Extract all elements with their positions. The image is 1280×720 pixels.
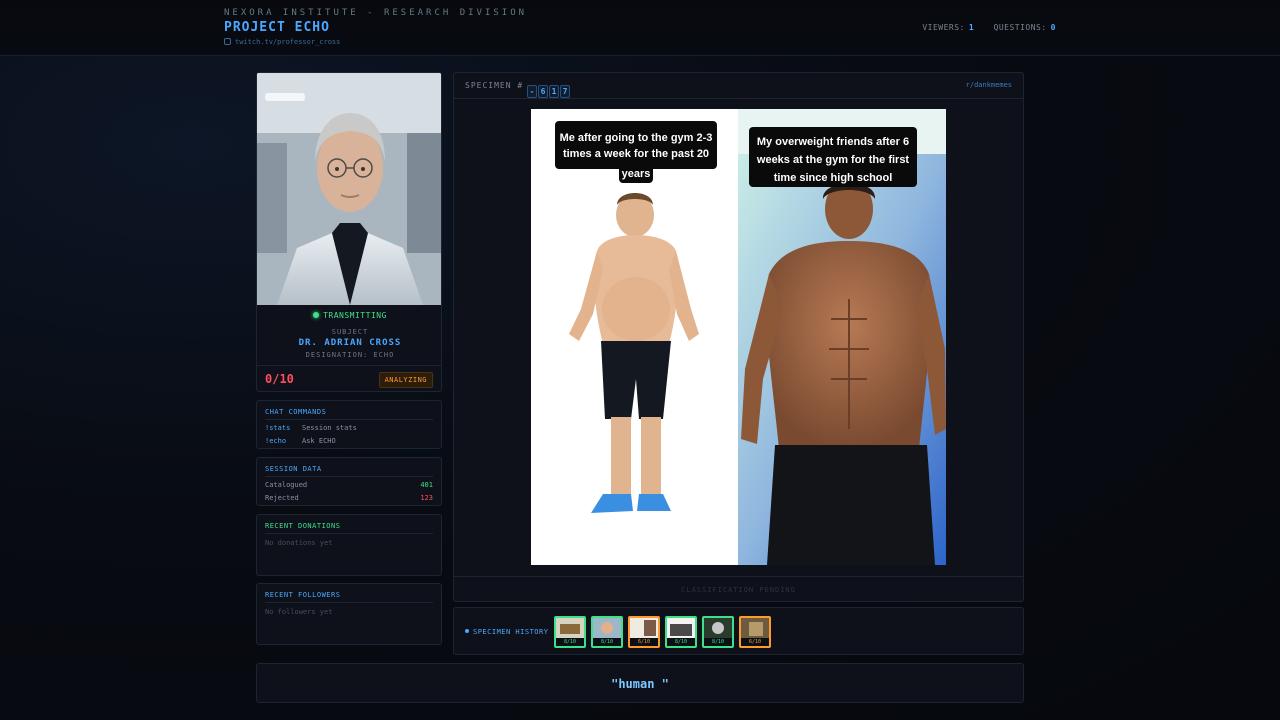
right-caption-line: time since high school [774,172,893,184]
thumb-score: 8/10 [593,638,621,646]
recent-followers-panel: RECENT FOLLOWERS No followers yet [256,583,442,645]
thumb-image [704,618,732,638]
specimen-number: -617 [526,79,570,98]
left-caption-line: years [622,168,651,180]
specimen-panel: SPECIMEN # -617 r/dankmemes Me after goi… [453,72,1024,602]
transmission-status: TRANSMITTING [257,311,441,320]
project-title: PROJECT ECHO [224,20,330,35]
thumb-score: 8/10 [556,638,584,646]
twitch-icon [224,38,231,45]
command-row-echo: !echo Ask ECHO [265,437,336,445]
command-key: !echo [265,437,287,445]
questions-label: QUESTIONS: [993,23,1047,32]
subject-name: DR. ADRIAN CROSS [298,338,402,348]
followers-empty-note: No followers yet [265,608,333,616]
divider [265,533,433,534]
top-bar: NEXORA INSTITUTE - RESEARCH DIVISION PRO… [0,0,1280,56]
viewers-count: 1 [968,23,975,32]
session-row-label: Catalogued [265,481,308,489]
specimen-history-title: SPECIMEN HISTORY [465,628,548,636]
subject-card: TRANSMITTING SUBJECT DR. ADRIAN CROSS DE… [256,72,442,392]
thumb-image [556,618,584,638]
command-desc: Ask ECHO [302,437,336,445]
history-thumbnail[interactable]: 8/10 [591,616,623,648]
history-thumbnail[interactable]: 8/10 [665,616,697,648]
specimen-image: Me after going to the gym 2-3 times a we… [531,109,946,565]
left-caption-line: Me after going to the gym 2-3 [560,132,713,144]
portrait-illustration [257,73,441,305]
recent-donations-panel: RECENT DONATIONS No donations yet [256,514,442,576]
session-row-rejected: Rejected 123 [265,494,433,502]
status-text: TRANSMITTING [323,311,387,320]
thumb-score: 6/10 [630,638,658,646]
classification-status: CLASSIFICATION PENDING [454,576,1023,602]
left-caption-line: times a week for the past 20 [563,148,709,160]
specimen-label: SPECIMEN # [465,81,524,90]
specimen-source-link[interactable]: r/dankmemes [966,81,1012,89]
thumb-image [593,618,621,638]
recent-followers-title: RECENT FOLLOWERS [265,591,341,599]
session-row-catalogued: Catalogued 401 [265,481,433,489]
specimen-history-panel: SPECIMEN HISTORY 8/10 8/10 6/10 8/10 8/1… [453,607,1024,655]
specimen-digit: 1 [549,85,559,98]
meme-illustration: Me after going to the gym 2-3 times a we… [531,109,946,565]
thumb-image [667,618,695,638]
stream-stats: VIEWERS: 1 QUESTIONS: 0 [922,23,1056,32]
specimen-history-label: SPECIMEN HISTORY [473,628,549,636]
subject-designation: DESIGNATION: ECHO [305,351,395,359]
session-data-panel: SESSION DATA Catalogued 401 Rejected 123 [256,457,442,506]
session-row-label: Rejected [265,494,299,502]
command-row-stats: !stats Session stats [265,424,357,432]
bullet-icon [465,629,469,633]
left-caption-box [555,121,717,169]
history-thumbnail[interactable]: 6/10 [628,616,660,648]
channel-link[interactable]: twitch.tv/professor_cross [224,38,340,46]
status-badge: ANALYZING [378,372,433,388]
history-thumbnail[interactable]: 6/10 [739,616,771,648]
chat-commands-title: CHAT COMMANDS [265,408,327,416]
thumb-score: 8/10 [667,638,695,646]
thumb-image [741,618,769,638]
channel-link-text: twitch.tv/professor_cross [235,38,341,46]
subject-portrait [257,73,441,305]
thumb-image [630,618,658,638]
specimen-digit: - [527,85,537,98]
divider [265,602,433,603]
subject-label: SUBJECT [331,328,369,336]
questions-count: 0 [1050,23,1056,32]
specimen-header: SPECIMEN # -617 r/dankmemes [454,73,1023,99]
org-name: NEXORA INSTITUTE - RESEARCH DIVISION [224,8,528,18]
transcript-text: "human " [611,677,669,691]
donations-empty-note: No donations yet [265,539,333,547]
specimen-digit: 6 [538,85,548,98]
current-score: 0/10 [265,372,294,386]
live-dot-icon [313,312,320,318]
divider [265,419,433,420]
transcript-panel: "human " [256,663,1024,703]
viewers-label: VIEWERS: [922,23,965,32]
thumb-score: 8/10 [704,638,732,646]
divider [257,365,441,366]
session-row-value: 123 [420,494,433,502]
right-caption-line: My overweight friends after 6 [757,136,909,148]
divider [265,476,433,477]
session-data-title: SESSION DATA [265,465,322,473]
history-thumbnail[interactable]: 8/10 [554,616,586,648]
chat-commands-panel: CHAT COMMANDS !stats Session stats !echo A… [256,400,442,449]
specimen-digit: 7 [560,85,570,98]
command-key: !stats [265,424,291,432]
command-desc: Session stats [302,424,357,432]
thumb-score: 6/10 [741,638,769,646]
session-row-value: 401 [420,481,433,489]
history-thumbnail[interactable]: 8/10 [702,616,734,648]
right-caption-line: weeks at the gym for the first [756,154,910,166]
recent-donations-title: RECENT DONATIONS [265,522,341,530]
